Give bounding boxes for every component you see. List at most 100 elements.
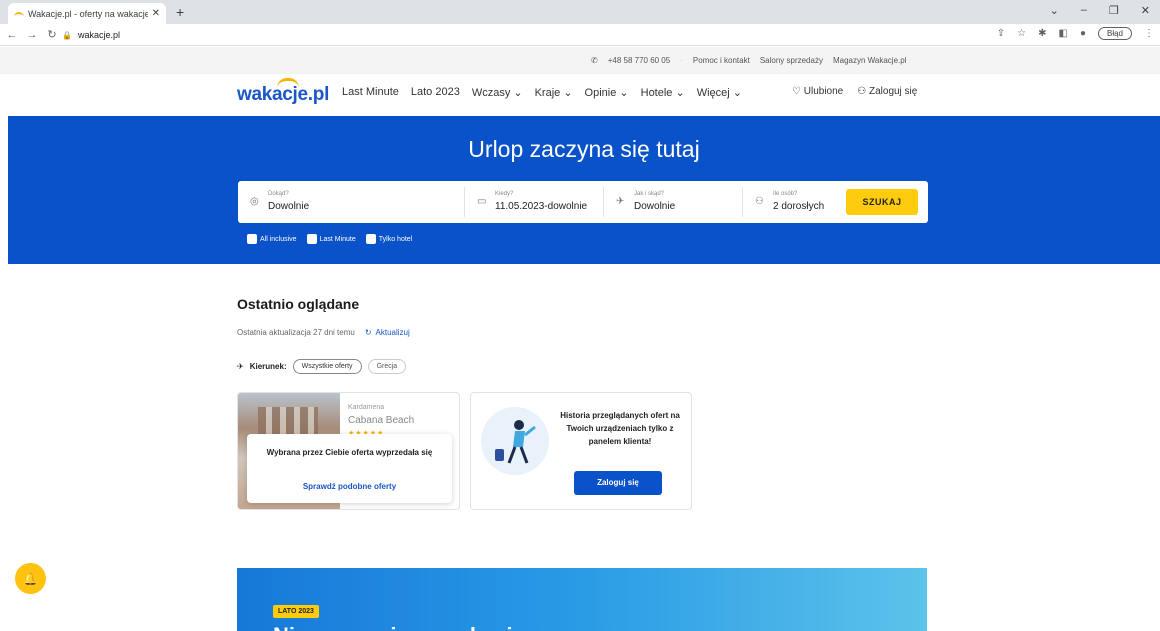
window-controls: ⌄ – ❐ ✕ (1050, 4, 1160, 17)
checkbox-label: Tylko hotel (378, 235, 413, 243)
offer-card[interactable]: Kardamena Cabana Beach ★★★★★ Wybrana prz… (237, 392, 460, 510)
checkbox-label: All inclusive (260, 235, 297, 243)
side-panel-icon[interactable]: ◧ (1058, 28, 1067, 39)
notification-bell-icon[interactable]: 🔔 (15, 563, 46, 594)
offer-hotel-name: Cabana Beach (348, 415, 415, 426)
help-contact-link[interactable]: Pomoc i kontakt (693, 56, 750, 65)
refresh-link[interactable]: ↻ Aktualizuj (365, 328, 410, 337)
browser-toolbar: ← → ↻ 🔒 wakacje.pl ⇪ ☆ ✱ ◧ ● Błąd ⋮ (0, 24, 1160, 46)
search-button[interactable]: SZUKAJ (846, 189, 918, 215)
person-icon: ⚇ (755, 196, 764, 207)
minimize-icon[interactable]: – (1081, 4, 1087, 17)
logo-sun-icon (277, 78, 299, 88)
traveler-illustration (481, 407, 549, 475)
hero-search-section: Urlop zaczyna się tutaj ◎ Dokąd? Dowolni… (8, 116, 1160, 264)
checkbox-tylko-hotel[interactable]: Tylko hotel (365, 234, 413, 244)
similar-offers-link[interactable]: Sprawdź podobne oferty (247, 482, 452, 491)
date-value: 11.05.2023-dowolnie (495, 201, 588, 212)
bookmark-star-icon[interactable]: ☆ (1017, 28, 1026, 39)
filter-grecja[interactable]: Grecja (367, 359, 407, 374)
promo-badge: LATO 2023 (273, 605, 319, 618)
refresh-label: Aktualizuj (375, 328, 410, 337)
nav-wczasy[interactable]: Wczasy ⌄ (472, 86, 523, 99)
promo-headline: Niezapomniane wakacje (273, 623, 525, 631)
calendar-icon: ▭ (477, 196, 487, 207)
plane-icon: ✈ (616, 196, 625, 207)
location-pin-icon: ◎ (250, 196, 259, 207)
checkbox-box[interactable] (365, 234, 376, 244)
magazine-link[interactable]: Magazyn Wakacje.pl (833, 56, 907, 65)
transport-field[interactable]: ✈ Jak i skąd? Dowolnie (604, 181, 741, 223)
hero-title: Urlop zaczyna się tutaj (468, 136, 700, 162)
address-bar[interactable]: 🔒 wakacje.pl (62, 27, 1002, 43)
menu-kebab-icon[interactable]: ⋮ (1144, 28, 1154, 39)
new-tab-icon[interactable]: + (176, 4, 184, 20)
direction-label: Kierunek: (249, 362, 287, 371)
login-button[interactable]: Zaloguj się (574, 471, 662, 495)
site-favicon-icon (14, 11, 24, 20)
toolbar-actions: ⇪ ☆ ✱ ◧ ● Błąd ⋮ (997, 27, 1154, 40)
phone-number[interactable]: +48 58 770 60 05 (608, 56, 671, 65)
phone-icon: ✆ (591, 56, 598, 65)
favorites-label: Ulubione (803, 86, 844, 97)
nav-wiecej[interactable]: Więcej ⌄ (697, 86, 742, 99)
url-text: wakacje.pl (77, 30, 120, 40)
back-icon[interactable]: ← (4, 29, 20, 41)
browser-tabstrip: Wakacje.pl - oferty na wakacje i ✕ + ⌄ –… (0, 0, 1160, 24)
recently-viewed-title: Ostatnio oglądane (237, 296, 360, 312)
profile-error-button[interactable]: Błąd (1097, 27, 1132, 40)
guests-label: Ile osób? (773, 191, 798, 197)
utility-bar: ✆ +48 58 770 60 05 · Pomoc i kontakt Sal… (0, 47, 1160, 74)
tab-title: Wakacje.pl - oferty na wakacje i (28, 8, 148, 19)
date-label: Kiedy? (495, 191, 514, 197)
destination-value: Dowolnie (268, 201, 310, 212)
filter-all-offers[interactable]: Wszystkie oferty (292, 359, 362, 374)
window-close-icon[interactable]: ✕ (1141, 4, 1150, 17)
tab-close-icon[interactable]: ✕ (152, 8, 160, 19)
date-field[interactable]: ▭ Kiedy? 11.05.2023-dowolnie (465, 181, 602, 223)
last-update-text: Ostatnia aktualizacja 27 dni temu (237, 328, 355, 337)
sold-out-overlay: Wybrana przez Ciebie oferta wyprzedała s… (247, 434, 452, 503)
nav-lato-2023[interactable]: Lato 2023 (411, 86, 460, 99)
last-update-row: Ostatnia aktualizacja 27 dni temu ↻ Aktua… (237, 328, 410, 337)
login-link[interactable]: ⚇ Zaloguj się (857, 86, 917, 97)
extensions-icon[interactable]: ✱ (1038, 28, 1046, 39)
nav-hotele[interactable]: Hotele ⌄ (641, 86, 685, 99)
refresh-icon: ↻ (364, 328, 372, 337)
destination-field[interactable]: ◎ Dokąd? Dowolnie (238, 181, 463, 223)
checkbox-box[interactable] (306, 234, 317, 244)
guests-value: 2 dorosłych (773, 201, 825, 212)
checkbox-last-minute[interactable]: Last Minute (306, 234, 356, 244)
filter-checkboxes: All inclusive Last Minute Tylko hotel (247, 234, 412, 244)
nav-last-minute[interactable]: Last Minute (342, 86, 399, 99)
main-navigation: wakacje.pl Last Minute Lato 2023 Wczasy … (0, 74, 1160, 116)
hotel-facade (258, 407, 318, 437)
transport-label: Jak i skąd? (634, 191, 665, 197)
checkbox-box[interactable] (247, 234, 257, 244)
heart-icon: ♡ (792, 86, 801, 97)
destination-label: Dokąd? (268, 191, 289, 197)
search-box: ◎ Dokąd? Dowolnie ▭ Kiedy? 11.05.2023-do… (238, 181, 928, 223)
tab-search-icon[interactable]: ⌄ (1050, 4, 1059, 17)
nav-kraje[interactable]: Kraje ⌄ (535, 86, 573, 99)
checkbox-label: Last Minute (319, 235, 356, 243)
offer-location: Kardamena (348, 404, 385, 411)
history-info-text: Historia przeglądanych ofert na Twoich u… (560, 411, 680, 446)
separator-dot: · (680, 56, 683, 65)
profile-icon[interactable]: ● (1080, 28, 1086, 39)
guests-field[interactable]: ⚇ Ile osób? 2 dorosłych (743, 181, 843, 223)
promo-banner[interactable]: LATO 2023 Niezapomniane wakacje (237, 568, 927, 631)
forward-icon[interactable]: → (24, 29, 40, 41)
checkbox-all-inclusive[interactable]: All inclusive (247, 234, 297, 244)
plane-icon: ✈ (237, 362, 244, 371)
reload-icon[interactable]: ↻ (44, 28, 60, 41)
share-icon[interactable]: ⇪ (997, 28, 1005, 39)
favorites-link[interactable]: ♡ Ulubione (792, 86, 843, 97)
login-label: Zaloguj się (868, 86, 918, 97)
site-logo[interactable]: wakacje.pl (237, 78, 329, 106)
browser-tab[interactable]: Wakacje.pl - oferty na wakacje i ✕ (8, 3, 166, 24)
restore-icon[interactable]: ❐ (1109, 4, 1119, 17)
history-login-card: Historia przeglądanych ofert na Twoich u… (470, 392, 692, 510)
nav-opinie[interactable]: Opinie ⌄ (585, 86, 629, 99)
sales-offices-link[interactable]: Salony sprzedaży (760, 56, 823, 65)
